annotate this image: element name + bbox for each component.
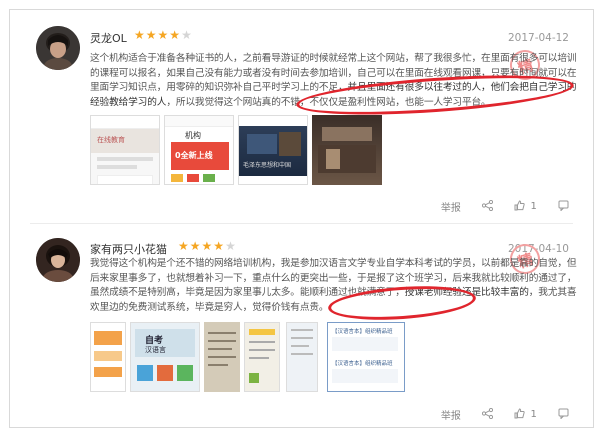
report-link[interactable]: 举报 [441,407,461,422]
image-caption: 0全新上线 [175,151,213,160]
star-rating: ★★★★★ [134,28,193,42]
star-icon: ★ [178,239,190,253]
review-image[interactable] [312,115,382,185]
avatar[interactable] [36,26,80,70]
review-image[interactable]: 自考 汉语言 [130,322,200,392]
user-name[interactable]: 灵龙OL [90,30,127,46]
review-images: 在线教育 机构 0全新上线 毛泽东思想和中国 [90,115,390,185]
star-icon: ★ [225,239,237,253]
image-caption: 机构 [185,131,201,140]
image-caption: 【汉语言本】组织精品班 [332,329,393,335]
review-date: 2017-04-12 [507,32,569,44]
review-image[interactable]: 机构 0全新上线 [164,115,234,185]
review-image[interactable] [286,322,318,392]
image-caption: 在线教育 [97,136,125,144]
review-item: 灵龙OL ★★★★★ 2017-04-12 精 这个机构适合于准备各种证书的人，… [10,10,593,214]
star-icon: ★ [134,28,146,42]
star-rating: ★★★★★ [178,239,237,253]
reviews-panel: 灵龙OL ★★★★★ 2017-04-12 精 这个机构适合于准备各种证书的人，… [9,9,594,428]
review-images: 自考 汉语言 [90,322,320,392]
review-image[interactable]: 【汉语言本】组织精品班 【汉语言本】组织精品班 [327,322,405,392]
review-item: 家有两只小花猫 ★★★★★ 2017-04-10 精 我觉得这个机构是个还不错的… [10,224,593,429]
review-image[interactable]: 在线教育 [90,115,160,185]
star-icon: ★ [169,28,182,42]
image-caption: 汉语言 [145,346,166,354]
review-actions: 举报 1 [441,407,569,422]
share-icon[interactable] [481,199,494,214]
star-icon: ★ [189,239,202,253]
review-image[interactable] [244,322,280,392]
like-count: 1 [530,409,537,420]
review-image[interactable] [204,322,240,392]
star-icon: ★ [145,28,158,42]
user-name[interactable]: 家有两只小花猫 [90,241,167,257]
like-icon[interactable] [514,407,525,422]
comment-icon[interactable] [558,408,569,422]
comment-icon[interactable] [558,200,569,214]
image-caption: 毛泽东思想和中国 [243,162,292,169]
like-count: 1 [530,201,537,212]
avatar[interactable] [36,238,80,282]
star-icon: ★ [181,28,193,42]
star-icon: ★ [157,28,170,42]
review-image[interactable] [90,322,126,392]
review-actions: 举报 1 [441,199,569,214]
like-icon[interactable] [514,199,525,214]
review-image[interactable]: 毛泽东思想和中国 [238,115,308,185]
report-link[interactable]: 举报 [441,199,461,214]
share-icon[interactable] [481,407,494,422]
star-icon: ★ [213,239,226,253]
star-icon: ★ [201,239,214,253]
image-caption: 【汉语言本】组织精品班 [332,361,393,367]
